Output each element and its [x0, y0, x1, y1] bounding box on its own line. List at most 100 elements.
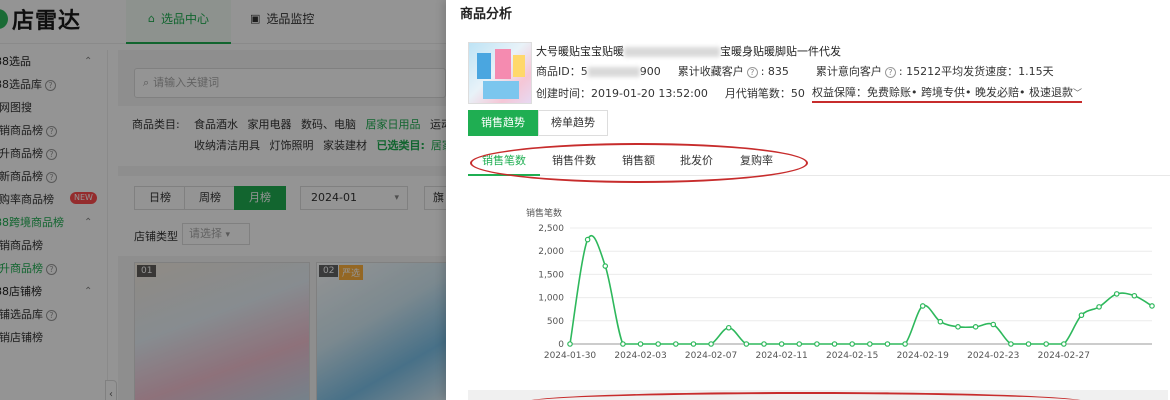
month-select[interactable]: 2024-01 ▾ [300, 186, 408, 210]
product-card[interactable]: 02 严选 [316, 262, 446, 400]
category-item-active[interactable]: 居家日用品 [366, 118, 421, 131]
sidebar-item-hot-products[interactable]: 热销商品榜? [0, 119, 107, 142]
category-item[interactable]: 家用电器 [248, 118, 292, 131]
sidebar-group-688[interactable]: 688选品⌃ [0, 50, 107, 73]
data-point [902, 341, 908, 347]
help-icon: ? [45, 79, 56, 91]
category-panel: 商品类目: 食品酒水 家用电器 数码、电脑 居家日用品 运动户外 收纳清洁用具 … [118, 106, 446, 166]
data-point [1149, 303, 1155, 309]
search-input[interactable]: ⌕ 请输入关键词 [134, 68, 446, 98]
product-thumbnail [468, 42, 532, 104]
metric-tabs: 销售笔数 销售件数 销售额 批发价 复购率 [468, 148, 1170, 176]
category-item[interactable]: 数码、电脑 [301, 118, 356, 131]
y-tick-label: 0 [558, 340, 564, 350]
shop-type-select[interactable]: 请选择 ▾ [182, 223, 250, 245]
help-icon: ? [46, 125, 57, 137]
data-point [690, 341, 697, 347]
category-row-2: 收纳清洁用具 灯饰照明 家装建材 已选类目: 居家日 [194, 137, 446, 153]
data-point [725, 324, 732, 331]
help-icon: ? [46, 148, 57, 160]
x-tick-label: 2024-02-19 [897, 351, 950, 361]
tab-selection-center[interactable]: ⌂ 选品中心 [126, 0, 231, 44]
data-point [743, 341, 750, 347]
rank-tab-monthly[interactable]: 月榜 [234, 186, 286, 210]
sidebar-item-shop-library[interactable]: 店铺选品库? [0, 303, 107, 326]
ship-speed-value: 1.15天 [1018, 65, 1054, 78]
category-item[interactable]: 收纳清洁用具 [194, 139, 260, 152]
tab-sales-amount[interactable]: 销售额 [608, 148, 669, 176]
data-point [620, 341, 626, 347]
data-point [673, 341, 679, 347]
monthly-sales-label: 月代销笔数： [724, 87, 791, 100]
product-id-label: 商品ID： [536, 65, 581, 78]
sidebar-item-rising-products[interactable]: 飙升商品榜? [0, 142, 107, 165]
sidebar-collapse-icon[interactable]: ‹ [105, 380, 117, 400]
rank-trend-button[interactable]: 榜单趋势 [538, 110, 608, 136]
tab-sales-units[interactable]: 销售件数 [538, 148, 610, 176]
card-index: 01 [137, 265, 157, 277]
ship-speed-label: 平均发货速度： [941, 65, 1019, 78]
category-label: 商品类目: [132, 118, 180, 131]
product-analysis-drawer: 商品分析 大号暖贴宝宝贴暖 宝暖身贴暖脚贴一件代发 商品ID：5 900 累计收藏客… [446, 0, 1170, 400]
tab-wholesale-price[interactable]: 批发价 [666, 148, 727, 176]
tab-repurchase-rate[interactable]: 复购率 [726, 148, 787, 176]
home-icon: ⌂ [148, 12, 155, 25]
x-tick-label: 2024-02-27 [1038, 351, 1090, 361]
chevron-down-icon: ▾ [394, 193, 399, 203]
data-point [567, 341, 573, 347]
sidebar-item-repurchase[interactable]: 回购率商品榜NEW [0, 188, 107, 211]
y-axis-title: 销售笔数 [526, 207, 562, 219]
selected-category-label: 已选类目: [376, 139, 425, 152]
y-tick-label: 1,500 [538, 270, 564, 280]
logo-icon [0, 9, 8, 29]
monitor-icon: ▣ [250, 12, 261, 25]
data-point [796, 341, 803, 347]
series-line [569, 235, 1153, 345]
tab-sales-orders[interactable]: 销售笔数 [468, 148, 540, 176]
category-item[interactable]: 家装建材 [323, 139, 367, 152]
data-point [972, 324, 979, 330]
product-meta-line-2: 创建时间：2019-01-20 13:52:00 月代销笔数：50 [536, 85, 805, 101]
data-point [1061, 341, 1067, 347]
main-content: ⌕请输入关键词 商品类目: 食品酒水 家用电器 数码、电脑 居家日用品 运动户外… [118, 50, 446, 400]
sales-trend-button[interactable]: 销售趋势 [468, 110, 538, 136]
product-id-prefix: 5 [580, 65, 588, 78]
sidebar-item-new-products[interactable]: 上新商品榜? [0, 165, 107, 188]
rank-tab-daily[interactable]: 日榜 [134, 186, 186, 210]
new-badge: NEW [70, 192, 97, 204]
sidebar-group-shops[interactable]: 688店铺榜⌃ [0, 280, 107, 303]
y-tick-label: 2,000 [538, 247, 564, 257]
y-tick-label: 500 [547, 317, 564, 327]
product-card[interactable]: 01 [134, 262, 310, 400]
extra-select[interactable]: 旗 [424, 186, 446, 210]
category-item[interactable]: 灯饰照明 [270, 139, 314, 152]
sidebar-group-cross-border[interactable]: 688跨境商品榜⌃ [0, 211, 107, 234]
y-tick-label: 2,500 [538, 224, 564, 234]
help-icon: ? [46, 263, 57, 275]
data-point [937, 318, 944, 325]
drawer-title: 商品分析 [460, 7, 513, 22]
trend-toggle: 销售趋势 榜单趋势 [468, 110, 608, 136]
data-point [884, 341, 891, 347]
tab-selection-monitor[interactable]: ▣ 选品监控 [228, 0, 336, 44]
data-point [1043, 341, 1049, 347]
x-tick-label: 2024-02-11 [755, 351, 807, 361]
guarantee-dropdown[interactable]: 权益保障：免费赊账• 跨境专供• 晚发必赔• 极速退款﹀ [812, 84, 1083, 103]
category-item[interactable]: 运动户外 [430, 118, 446, 131]
x-tick-label: 2024-02-07 [685, 351, 737, 361]
category-item[interactable]: 食品酒水 [194, 118, 238, 131]
sidebar-item-hot-shops[interactable]: 热销店铺榜 [0, 326, 107, 349]
created-time-value: 2019-01-20 13:52:00 [591, 87, 708, 100]
product-meta-line-1: 商品ID：5 900 累计收藏客户?: 835 累计意向客户?: 15212平均发… [536, 65, 1054, 78]
data-point [655, 341, 661, 347]
sidebar-item-cb-hot[interactable]: 热销商品榜 [0, 234, 107, 257]
data-point [1113, 291, 1120, 297]
rank-tab-weekly[interactable]: 周榜 [184, 186, 236, 210]
x-tick-label: 2024-01-30 [544, 351, 597, 361]
sidebar-item-image-search[interactable]: 以网图搜 [0, 96, 107, 119]
data-point [1131, 292, 1138, 299]
chevron-down-icon: ▾ [225, 230, 231, 240]
sidebar-item-688-library[interactable]: 688选品库? [0, 73, 107, 96]
intent-customers-value: 15212 [906, 65, 942, 78]
sidebar-item-cb-rising[interactable]: 飙升商品榜? [0, 257, 107, 280]
